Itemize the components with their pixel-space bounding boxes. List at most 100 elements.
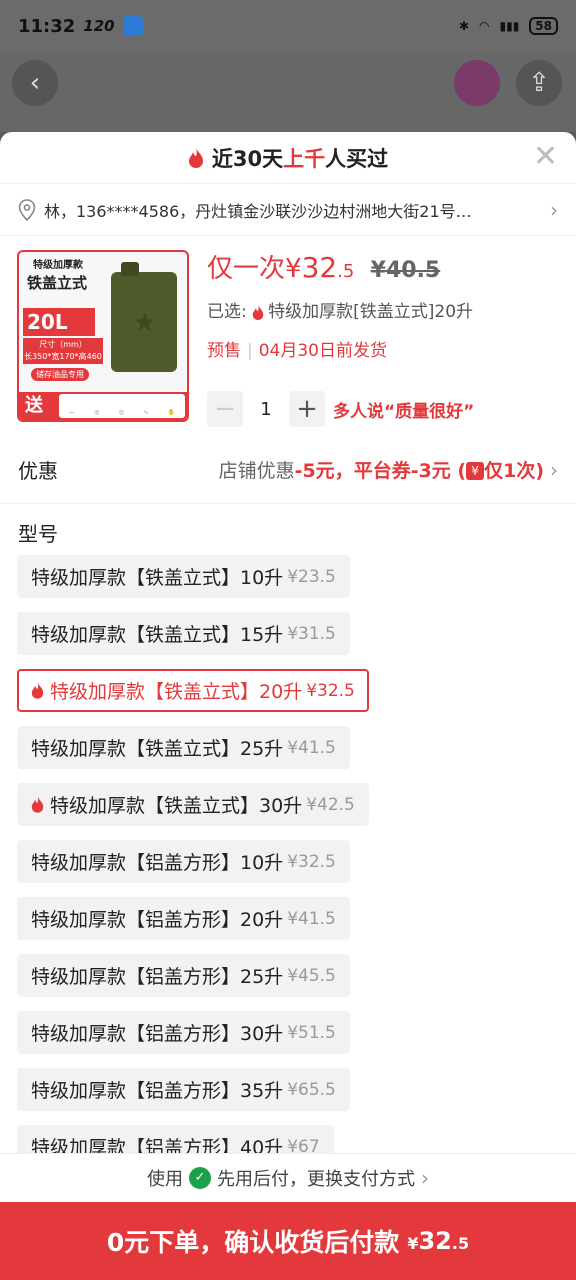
image-size-box: 尺寸（mm） 长350*宽170*高460 [23,338,103,364]
share-icon[interactable]: ⇪ [516,60,562,106]
quantity-value[interactable]: 1 [243,399,289,420]
chevron-right-icon: › [550,458,558,482]
selected-value: 特级加厚款[铁盖立式]20升 [268,302,474,322]
close-icon[interactable]: ✕ [533,142,558,172]
spec-option-name: 特级加厚款【铁盖立式】10升 [31,567,284,589]
signal-icon: ▮▮▮ [499,19,520,33]
spec-option-name: 特级加厚款【铁盖立式】25升 [31,738,284,760]
spec-option[interactable]: 特级加厚款【铝盖方形】25升 ¥45.5 [17,954,350,997]
sku-sheet: 近30天 上千 人买过 ✕ 林，136****4586，丹灶镇金沙联沙沙边村洲地大街… [0,132,576,1280]
background-page: ‹ ⇪ [0,52,576,132]
original-price: ¥40.5 [370,258,441,283]
quantity-stepper: − 1 + 多人说“质量很好” [207,391,566,427]
cta-amount: ¥32.5 [407,1227,470,1255]
status-time: 11:32 [18,15,76,37]
spec-option-price: ¥41.5 [287,908,336,929]
spec-option-price: ¥23.5 [287,566,336,587]
flame-icon [252,304,264,320]
spec-option-name: 特级加厚款【铝盖方形】35升 [31,1080,284,1102]
image-top-label: 特级加厚款 [33,260,83,271]
cta-label: 0元下单，确认收货后付款 [106,1228,400,1257]
wifi-icon: ◠ [479,19,490,33]
spec-option-price: ¥41.5 [287,737,336,758]
spec-option[interactable]: 特级加厚款【铝盖方形】10升 ¥32.5 [17,840,350,883]
spec-options: 特级加厚款【铁盖立式】10升 ¥23.5 特级加厚款【铁盖立式】15升 ¥31.5 特级… [0,555,576,1182]
spec-option-price: ¥65.5 [287,1079,336,1100]
store-avatar[interactable] [454,60,500,106]
address-text: 林，136****4586，丹灶镇金沙联沙沙边村洲地大街21号… [44,201,472,221]
back-icon[interactable]: ‹ [12,60,58,106]
gift-items-graphic: — ◎ ◎ ∿ ✋ [59,394,185,418]
presale-info: 预售 | 04月30日前发货 [207,341,387,361]
sheet-header: 近30天 上千 人买过 ✕ [0,132,576,184]
ship-date: 04月30日前发货 [258,341,387,361]
image-size-label: 尺寸（mm） [39,340,87,349]
discount-row[interactable]: 优惠 店铺优惠-5元，平台券-3元 (¥ 仅1次) › [0,436,576,504]
price-integer: 32 [301,251,338,284]
address-row[interactable]: 林，136****4586，丹灶镇金沙联沙沙边村洲地大街21号… › [0,184,576,236]
spec-option-name: 特级加厚款【铝盖方形】10升 [31,852,284,874]
pay-later-icon: ✓ [189,1167,211,1189]
selected-sku: 已选: 特级加厚款[铁盖立式]20升 [207,297,566,322]
selected-prefix: 已选: [207,302,247,322]
star-emblem-icon: ★ [133,308,157,338]
place-order-button[interactable]: 0元下单，确认收货后付款 ¥32.5 [0,1202,576,1280]
spec-option-price: ¥32.5 [306,680,355,701]
flame-icon [188,147,203,168]
spec-option-name: 特级加厚款【铁盖立式】30升 [50,795,303,817]
payment-method: 先用后付，更换支付方式 [217,1169,415,1190]
jerry-can-graphic: ★ [111,262,177,372]
image-note: 储存油品专用 [31,368,89,381]
coupon-limit: 仅1次) [484,460,544,482]
flame-icon [31,796,44,813]
shop-discount-amount: -5元， [294,460,354,482]
spec-option-name: 特级加厚款【铁盖立式】15升 [31,624,284,646]
spec-option[interactable]: 特级加厚款【铁盖立式】10升 ¥23.5 [17,555,350,598]
spec-option-price: ¥42.5 [306,794,355,815]
spec-option[interactable]: 特级加厚款【铁盖立式】25升 ¥41.5 [17,726,350,769]
flame-icon [31,682,44,699]
spec-option-name: 特级加厚款【铝盖方形】30升 [31,1023,284,1045]
spec-option-name: 特级加厚款【铁盖立式】20升 [50,681,303,703]
spec-option-price: ¥45.5 [287,965,336,986]
chevron-right-icon: › [550,197,558,222]
spec-option-price: ¥31.5 [287,623,336,644]
price-line: 仅一次¥32.5 ¥40.5 [207,248,566,285]
location-pin-icon [18,198,36,221]
payment-method-bar[interactable]: 使用 ✓ 先用后付，更换支付方式 › [0,1153,576,1202]
buyers-text-pre: 近30天 [211,146,284,171]
spec-option[interactable]: 特级加厚款【铝盖方形】30升 ¥51.5 [17,1011,350,1054]
bluetooth-icon: ✱ [458,19,469,33]
spec-option[interactable]: 特级加厚款【铁盖立式】20升 ¥32.5 [17,669,369,712]
product-image[interactable]: 特级加厚款 铁盖立式 20L 尺寸（mm） 长350*宽170*高460 储存油… [17,250,189,422]
spec-option-price: ¥32.5 [287,851,336,872]
praise-text: 多人说“质量很好” [333,401,475,422]
image-size: 长350*宽170*高460 [24,352,102,361]
coupon-yen-icon: ¥ [466,462,485,480]
image-capacity: 20L [23,308,95,336]
decrease-button[interactable]: − [207,391,243,427]
discount-label: 优惠 [18,459,58,483]
chevron-right-icon: › [421,1166,429,1190]
image-title: 铁盖立式 [27,274,88,292]
discount-value: 店铺优惠-5元，平台券-3元 (¥ 仅1次) › [219,456,558,483]
spec-option-name: 特级加厚款【铝盖方形】25升 [31,966,284,988]
spec-option[interactable]: 特级加厚款【铝盖方形】35升 ¥65.5 [17,1068,350,1111]
buyers-text-post: 人买过 [325,146,389,171]
app-notification-icon [122,16,143,36]
platform-coupon: 平台券-3元 ( [353,460,467,482]
price-currency: ¥ [285,254,302,284]
spec-option[interactable]: 特级加厚款【铁盖立式】15升 ¥31.5 [17,612,350,655]
price-prefix: 仅一次 [207,254,286,284]
presale-label: 预售 [207,341,241,361]
battery-indicator: 58 [529,17,558,35]
status-bar: 11:32 120 ✱ ◠ ▮▮▮ 58 [0,0,576,52]
spec-option[interactable]: 特级加厚款【铁盖立式】30升 ¥42.5 [17,783,369,826]
increase-button[interactable]: + [289,391,325,427]
image-gift-label: 送 [25,395,43,416]
product-summary: 特级加厚款 铁盖立式 20L 尺寸（mm） 长350*宽170*高460 储存油… [0,236,576,436]
shop-discount-label: 店铺优惠 [218,460,295,482]
network-speed: 120 [83,17,115,35]
payment-pre: 使用 [147,1169,183,1190]
spec-option[interactable]: 特级加厚款【铝盖方形】20升 ¥41.5 [17,897,350,940]
